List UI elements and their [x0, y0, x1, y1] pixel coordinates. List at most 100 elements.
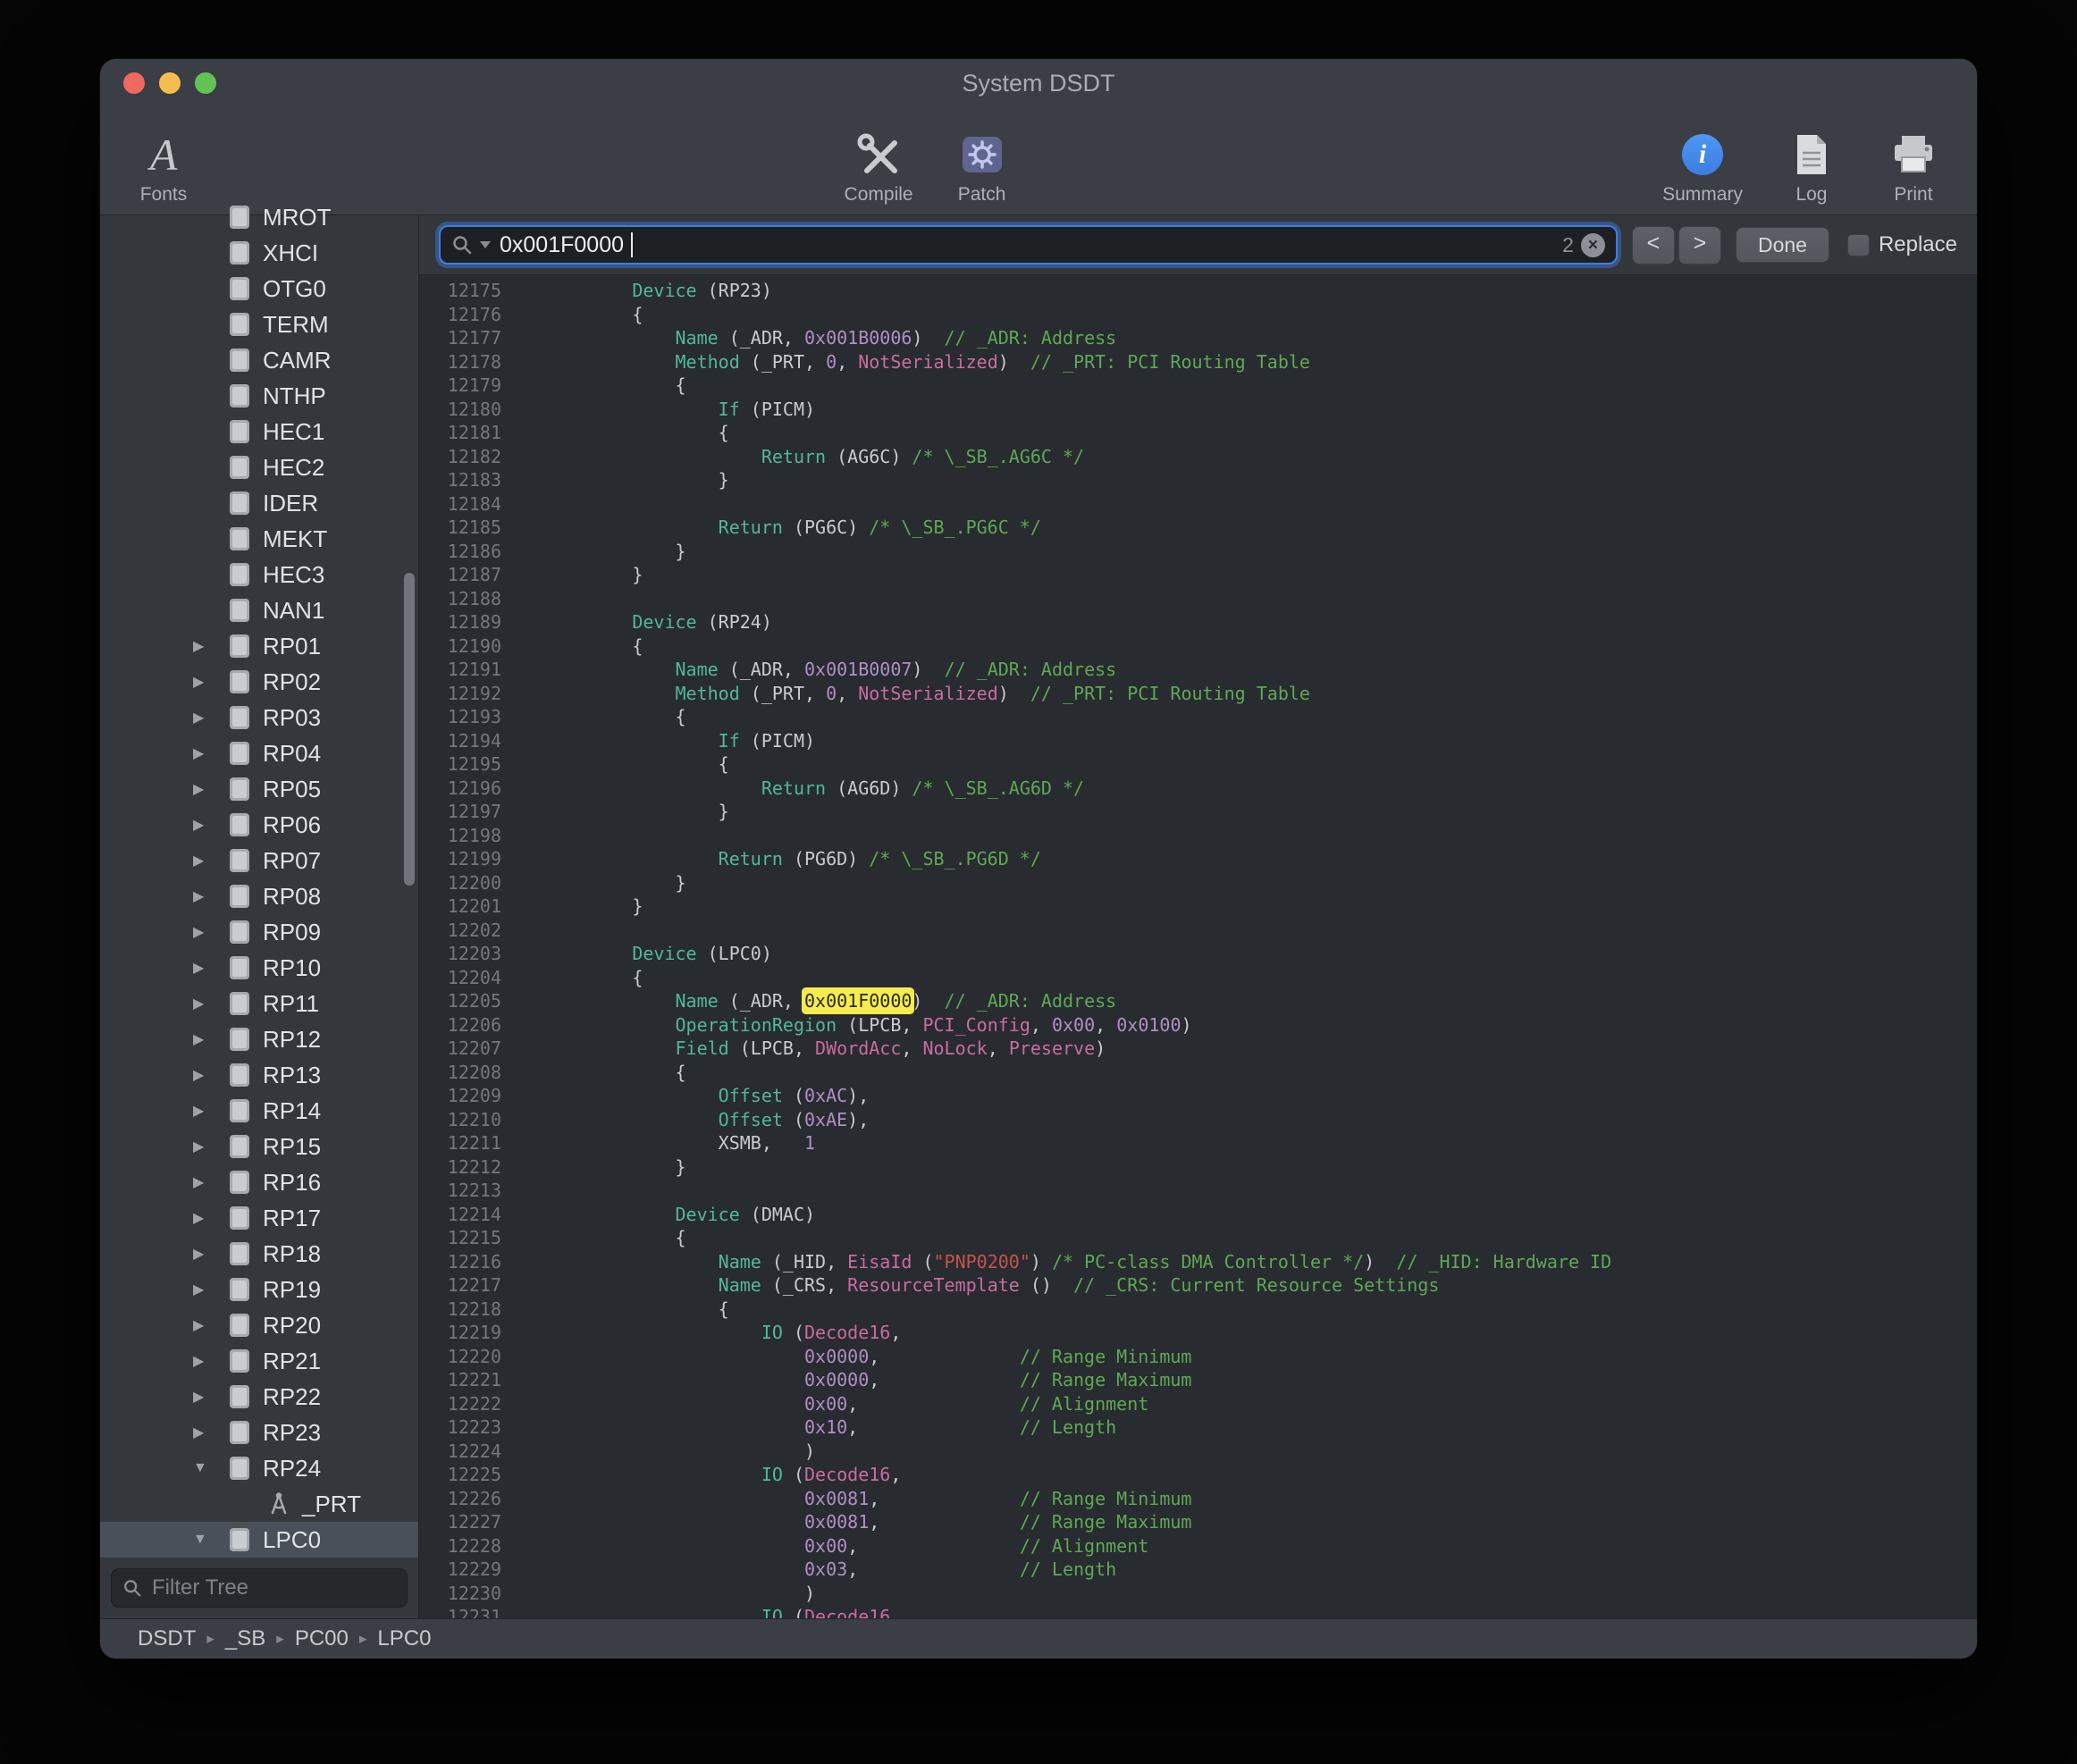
sidebar-item-mrot[interactable]: MROT	[100, 199, 418, 235]
sidebar-item-xhci[interactable]: XHCI	[100, 235, 418, 271]
sidebar-item-rp19[interactable]: ▶RP19	[100, 1272, 418, 1307]
code-text: {	[514, 1061, 686, 1085]
disclosure-triangle-icon[interactable]: ▶	[193, 673, 227, 691]
compile-button[interactable]: Compile	[845, 129, 913, 206]
sidebar-item-hec1[interactable]: HEC1	[100, 414, 418, 449]
sidebar-item-label: RP08	[263, 883, 321, 911]
sidebar-item-rp13[interactable]: ▶RP13	[100, 1057, 418, 1093]
search-field[interactable]: 0x001F0000 2 ×	[439, 225, 1618, 265]
sidebar-item-rp20[interactable]: ▶RP20	[100, 1307, 418, 1343]
code-line: 12177 Name (_ADR, 0x001B0006) // _ADR: A…	[419, 326, 1977, 350]
disclosure-triangle-icon[interactable]: ▶	[193, 709, 227, 727]
sidebar-item-camr[interactable]: CAMR	[100, 342, 418, 378]
replace-checkbox[interactable]	[1847, 234, 1870, 256]
disclosure-triangle-icon[interactable]: ▶	[193, 1209, 227, 1227]
sidebar-item-rp10[interactable]: ▶RP10	[100, 950, 418, 986]
sidebar-item-_prt[interactable]: _PRT	[100, 1486, 418, 1522]
sidebar-item-ider[interactable]: IDER	[100, 485, 418, 521]
disclosure-triangle-icon[interactable]: ▶	[193, 1138, 227, 1155]
disclosure-triangle-icon[interactable]: ▶	[193, 1388, 227, 1406]
find-next-button[interactable]: >	[1678, 226, 1721, 265]
sidebar-item-rp11[interactable]: ▶RP11	[100, 986, 418, 1021]
sidebar-item-mekt[interactable]: MEKT	[100, 521, 418, 557]
sidebar-item-rp24[interactable]: ▼RP24	[100, 1450, 418, 1486]
breadcrumb-item[interactable]: DSDT	[138, 1626, 196, 1651]
done-button[interactable]: Done	[1736, 227, 1829, 263]
method-icon	[266, 1491, 291, 1517]
code-line: 12179 {	[419, 374, 1977, 398]
patch-button[interactable]: Patch	[949, 129, 1015, 206]
sidebar-item-term[interactable]: TERM	[100, 307, 418, 342]
replace-toggle[interactable]: Replace	[1847, 232, 1957, 257]
disclosure-triangle-icon[interactable]: ▶	[193, 1030, 227, 1048]
search-scope-chevron-icon[interactable]	[480, 241, 491, 248]
disclosure-triangle-icon[interactable]: ▶	[193, 923, 227, 941]
sidebar-item-lpc0[interactable]: ▼LPC0	[100, 1522, 418, 1558]
disclosure-triangle-icon[interactable]: ▶	[193, 1424, 227, 1441]
summary-button[interactable]: i Summary	[1662, 129, 1743, 206]
disclosure-triangle-icon[interactable]: ▶	[193, 1352, 227, 1370]
sidebar-item-hec3[interactable]: HEC3	[100, 557, 418, 592]
code-editor[interactable]: 12175 Device (RP23)12176 {12177 Name (_A…	[419, 275, 1977, 1618]
sidebar-item-rp22[interactable]: ▶RP22	[100, 1379, 418, 1415]
document-icon	[227, 347, 252, 374]
line-number: 12213	[419, 1179, 514, 1203]
disclosure-triangle-icon[interactable]: ▶	[193, 1316, 227, 1334]
sidebar-item-rp01[interactable]: ▶RP01	[100, 628, 418, 664]
find-previous-button[interactable]: <	[1632, 226, 1675, 265]
disclosure-triangle-icon[interactable]: ▶	[193, 1066, 227, 1084]
line-number: 12202	[419, 919, 514, 943]
disclosure-triangle-icon[interactable]: ▼	[193, 1460, 227, 1476]
disclosure-triangle-icon[interactable]: ▶	[193, 852, 227, 869]
disclosure-triangle-icon[interactable]: ▼	[193, 1532, 227, 1548]
search-input[interactable]: 0x001F0000	[500, 232, 624, 258]
disclosure-triangle-icon[interactable]: ▶	[193, 1102, 227, 1120]
sidebar-item-nan1[interactable]: NAN1	[100, 592, 418, 628]
clear-search-icon[interactable]: ×	[1581, 233, 1605, 257]
breadcrumb-item[interactable]: _SB	[225, 1626, 265, 1651]
sidebar-item-rp06[interactable]: ▶RP06	[100, 807, 418, 843]
sidebar-item-otg0[interactable]: OTG0	[100, 271, 418, 307]
print-button[interactable]: Print	[1880, 129, 1947, 206]
sidebar-item-rp07[interactable]: ▶RP07	[100, 843, 418, 878]
sidebar-item-rp05[interactable]: ▶ RP05	[100, 771, 418, 807]
sidebar-item-rp03[interactable]: ▶RP03	[100, 700, 418, 735]
sidebar-item-rp23[interactable]: ▶RP23	[100, 1415, 418, 1450]
close-button[interactable]	[123, 72, 145, 94]
sidebar-scrollbar[interactable]	[404, 573, 415, 886]
breadcrumb-item[interactable]: PC00	[295, 1626, 349, 1651]
zoom-button[interactable]	[195, 72, 216, 94]
disclosure-triangle-icon[interactable]: ▶	[193, 995, 227, 1012]
sidebar-item-rp15[interactable]: ▶RP15	[100, 1129, 418, 1164]
sidebar-item-rp09[interactable]: ▶RP09	[100, 914, 418, 950]
disclosure-triangle-icon[interactable]: ▶	[193, 1173, 227, 1191]
sidebar-item-rp14[interactable]: ▶RP14	[100, 1093, 418, 1129]
filter-tree-field[interactable]	[111, 1568, 408, 1608]
sidebar-item-rp21[interactable]: ▶RP21	[100, 1343, 418, 1379]
sidebar-item-rp12[interactable]: ▶RP12	[100, 1021, 418, 1057]
sidebar-item-rp08[interactable]: ▶ RP08	[100, 878, 418, 914]
sidebar-item-label: RP05	[263, 776, 321, 803]
breadcrumb-item[interactable]: LPC0	[377, 1626, 431, 1651]
sidebar-item-nthp[interactable]: NTHP	[100, 378, 418, 414]
sidebar-item-hec2[interactable]: HEC2	[100, 449, 418, 485]
disclosure-triangle-icon[interactable]: ▶	[193, 959, 227, 977]
log-button[interactable]: Log	[1778, 129, 1845, 206]
disclosure-triangle-icon[interactable]: ▶	[193, 637, 227, 655]
filter-tree-input[interactable]	[150, 1575, 396, 1601]
sidebar-tree[interactable]: MROTXHCIOTG0TERMCAMRNTHPHEC1HEC2IDERMEKT…	[100, 199, 418, 1559]
minimize-button[interactable]	[159, 72, 181, 94]
fonts-button[interactable]: A Fonts	[130, 129, 197, 206]
sidebar-item-rp04[interactable]: ▶RP04	[100, 735, 418, 771]
sidebar-item-rp18[interactable]: ▶RP18	[100, 1236, 418, 1272]
sidebar-item-rp02[interactable]: ▶RP02	[100, 664, 418, 700]
code-line: 12195 {	[419, 752, 1977, 777]
disclosure-triangle-icon[interactable]: ▶	[193, 1245, 227, 1263]
disclosure-triangle-icon[interactable]: ▶	[193, 744, 227, 762]
disclosure-triangle-icon[interactable]: ▶	[193, 887, 227, 905]
sidebar-item-rp17[interactable]: ▶RP17	[100, 1200, 418, 1236]
sidebar-item-rp16[interactable]: ▶RP16	[100, 1164, 418, 1200]
disclosure-triangle-icon[interactable]: ▶	[193, 1281, 227, 1298]
disclosure-triangle-icon[interactable]: ▶	[193, 780, 227, 798]
disclosure-triangle-icon[interactable]: ▶	[193, 816, 227, 834]
